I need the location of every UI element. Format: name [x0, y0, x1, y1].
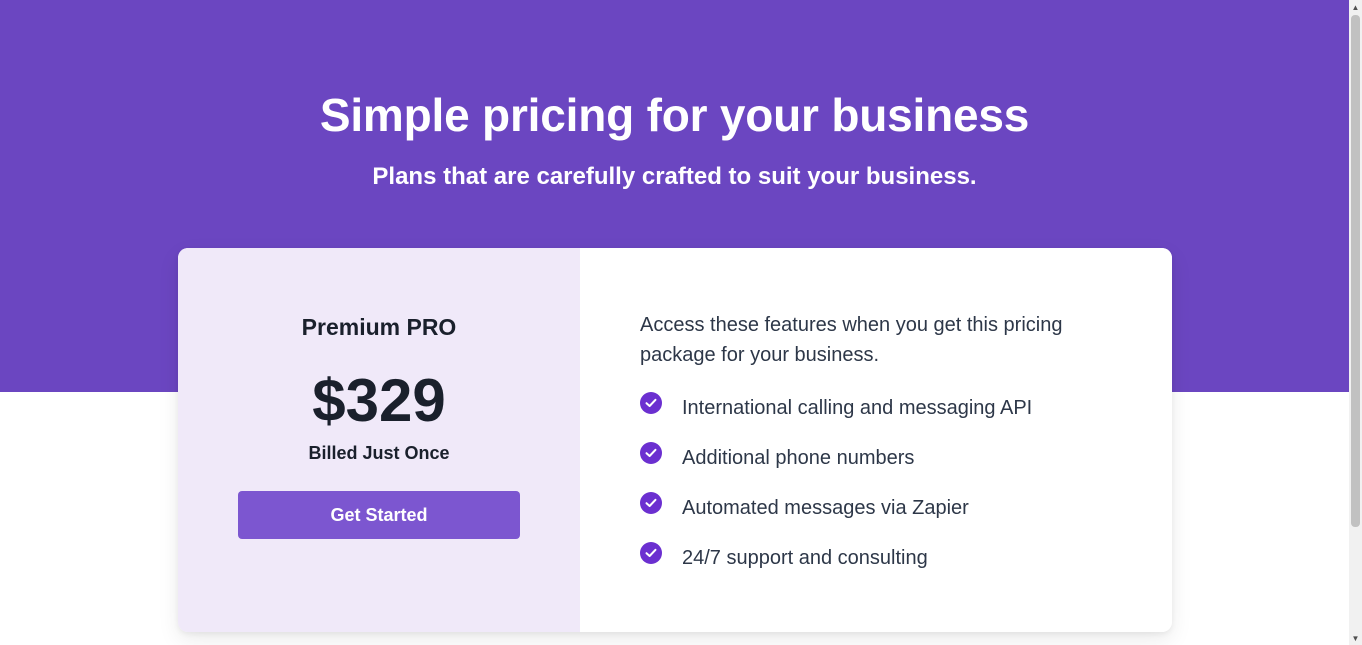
- check-circle-icon: [640, 392, 662, 414]
- list-item: Additional phone numbers: [640, 440, 1032, 490]
- list-item: 24/7 support and consulting: [640, 540, 1032, 590]
- scroll-down-arrow-icon[interactable]: ▼: [1349, 631, 1362, 645]
- vertical-scrollbar[interactable]: ▲ ▼: [1349, 0, 1362, 645]
- scroll-up-arrow-icon[interactable]: ▲: [1349, 0, 1362, 14]
- check-circle-icon: [640, 542, 662, 564]
- check-circle-icon: [640, 442, 662, 464]
- plan-panel: Premium PRO $329 Billed Just Once Get St…: [178, 248, 580, 632]
- plan-name: Premium PRO: [301, 314, 457, 340]
- pricing-card: Premium PRO $329 Billed Just Once Get St…: [178, 248, 1172, 632]
- check-circle-icon: [640, 492, 662, 514]
- scrollbar-thumb[interactable]: [1351, 15, 1360, 527]
- list-item: International calling and messaging API: [640, 390, 1032, 440]
- features-intro: Access these features when you get this …: [640, 314, 1063, 366]
- plan-price: $329: [312, 367, 446, 434]
- feature-label: Additional phone numbers: [682, 447, 915, 469]
- page: Simple pricing for your business Plans t…: [0, 0, 1349, 645]
- get-started-button[interactable]: Get Started: [238, 491, 520, 539]
- list-item: Automated messages via Zapier: [640, 490, 1032, 540]
- feature-label: Automated messages via Zapier: [682, 497, 969, 519]
- page-subtitle: Plans that are carefully crafted to suit…: [372, 163, 977, 190]
- page-title: Simple pricing for your business: [319, 89, 1030, 141]
- plan-billing-note: Billed Just Once: [308, 443, 450, 463]
- feature-label: International calling and messaging API: [682, 397, 1033, 419]
- feature-list: International calling and messaging API …: [640, 390, 1032, 590]
- feature-label: 24/7 support and consulting: [682, 547, 928, 569]
- features-panel: Access these features when you get this …: [580, 248, 1172, 632]
